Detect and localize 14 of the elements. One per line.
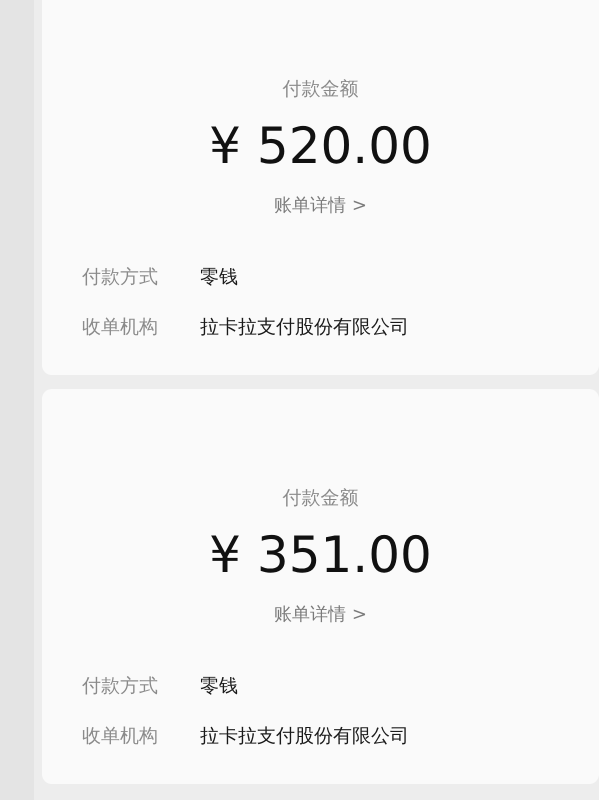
- field-label: 付款方式: [82, 674, 159, 698]
- field-value: 零钱: [200, 674, 238, 698]
- field-label: 收单机构: [82, 315, 159, 340]
- field-value: 零钱: [200, 264, 238, 290]
- bill-details-link[interactable]: 账单详情 >: [274, 192, 367, 218]
- amount-value: ¥ 520.00: [209, 116, 432, 176]
- field-value: 拉卡拉支付股份有限公司: [200, 724, 409, 749]
- field-label: 收单机构: [82, 724, 159, 749]
- amount-value: ¥ 351.00: [209, 524, 432, 584]
- field-value: 拉卡拉支付股份有限公司: [200, 315, 409, 340]
- amount-label: 付款金额: [282, 77, 358, 102]
- amount-label: 付款金额: [282, 486, 358, 511]
- field-label: 付款方式: [82, 264, 159, 290]
- bill-details-link[interactable]: 账单详情 >: [274, 600, 367, 628]
